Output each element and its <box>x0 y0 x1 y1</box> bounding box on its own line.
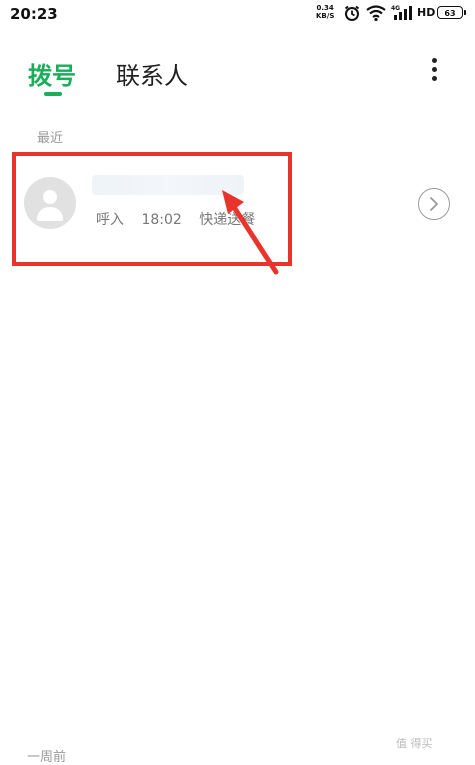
tab-contacts[interactable]: 联系人 <box>116 56 188 91</box>
watermark: 值 得买 <box>396 737 433 750</box>
call-meta: 呼入 18:02 快递送餐 <box>96 209 268 229</box>
signal-icon: 4G <box>391 4 413 26</box>
section-header-week-ago: 一周前 <box>27 750 67 765</box>
call-time: 18:02 <box>141 212 182 228</box>
wifi-icon <box>366 4 386 26</box>
call-direction: 呼入 <box>96 212 124 228</box>
person-icon <box>43 190 57 204</box>
avatar <box>24 177 76 229</box>
alarm-icon <box>343 4 361 26</box>
network-type-label: 4G <box>391 5 400 12</box>
battery-indicator: 63 <box>437 6 466 19</box>
person-icon-body <box>37 207 63 221</box>
more-options-button[interactable] <box>425 54 445 86</box>
tab-bar: 拨号 联系人 <box>0 50 475 110</box>
call-detail-button[interactable] <box>418 188 450 220</box>
network-speed-unit: KB/S <box>316 12 335 20</box>
chevron-right-icon <box>430 197 438 211</box>
contact-name-redacted <box>92 175 244 195</box>
network-speed-value: 0.34 <box>316 4 334 12</box>
more-dot-icon <box>432 76 437 81</box>
call-log-item[interactable]: 呼入 18:02 快递送餐 <box>0 150 475 270</box>
status-time: 20:23 <box>10 5 58 23</box>
more-dot-icon <box>432 67 437 72</box>
status-bar: 20:23 0.34 KB/S 4G HD 63 <box>0 0 475 30</box>
section-header-recent: 最近 <box>37 131 64 146</box>
more-dot-icon <box>432 58 437 63</box>
network-speed: 0.34 KB/S <box>316 4 334 20</box>
tab-dial[interactable]: 拨号 <box>28 56 76 91</box>
hd-badge: HD <box>417 6 436 19</box>
active-tab-indicator <box>44 92 62 96</box>
call-tag: 快递送餐 <box>199 212 256 228</box>
